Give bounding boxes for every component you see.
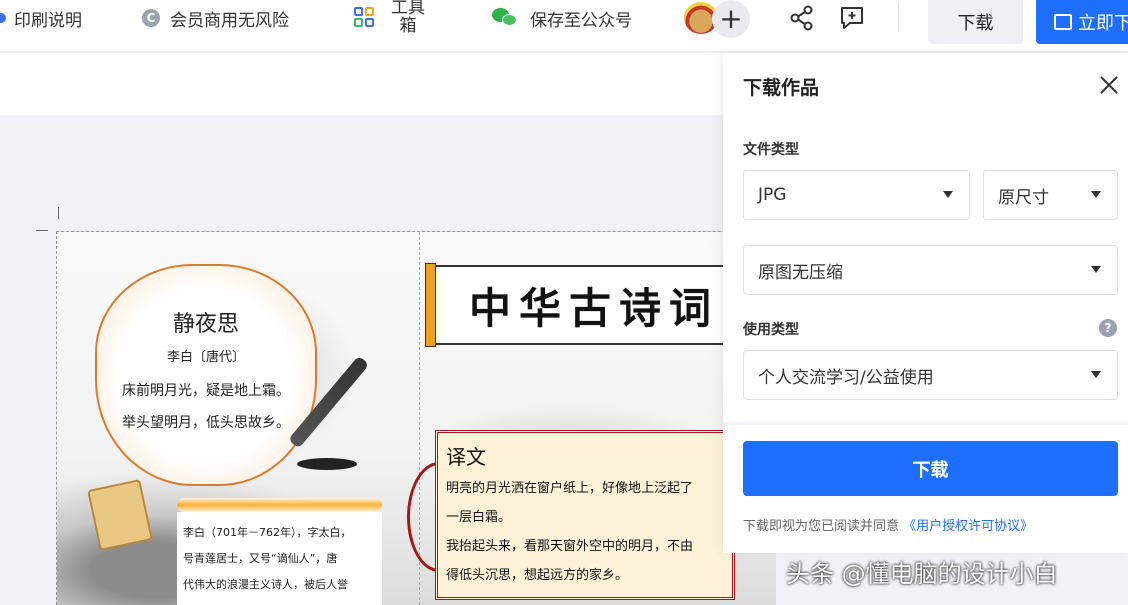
- usage-value: 个人交流学习/公益使用: [758, 367, 934, 388]
- commercial-label: 会员商用无风险: [170, 10, 289, 31]
- bio-text-box[interactable]: 李白（701年－762年），字太白， 号青莲居士，又号“谪仙人”，唐 代伟大的浪…: [177, 512, 382, 605]
- toolbar-divider: [898, 2, 899, 32]
- translation-box[interactable]: 译文 明亮的月光洒在窗户纸上，好像地上泛起了 一层白霜。 我抬起头来，看那天窗外…: [435, 430, 735, 600]
- usage-select[interactable]: 个人交流学习/公益使用: [743, 350, 1118, 400]
- translation-line: 得低头沉思，想起远方的家乡。: [446, 568, 629, 583]
- compression-select[interactable]: 原图无压缩: [743, 245, 1118, 295]
- toolbox-button[interactable]: 工具 箱: [354, 0, 428, 38]
- watermark: 头条 @懂电脑的设计小白: [786, 560, 1058, 588]
- translation-line: 一层白霜。: [446, 510, 512, 525]
- comment-add-icon[interactable]: [838, 4, 866, 32]
- panel-title: 下载作品: [743, 77, 820, 99]
- poem-author: 李白〔唐代〕: [166, 350, 245, 365]
- toolbox-label-line1: 工具: [391, 0, 425, 18]
- chevron-down-icon: [1091, 371, 1101, 378]
- close-icon[interactable]: [1097, 73, 1121, 97]
- file-format-value: JPG: [758, 185, 787, 205]
- agreement-prefix: 下载即视为您已阅读并同意: [743, 519, 900, 534]
- download-button-top[interactable]: 下载: [928, 0, 1023, 44]
- size-select[interactable]: 原尺寸: [983, 170, 1118, 220]
- file-type-label: 文件类型: [743, 142, 799, 158]
- translation-title: 译文: [446, 445, 486, 469]
- print-guide-link[interactable]: 印刷说明: [0, 0, 82, 36]
- bio-line: 号青莲居士，又号“谪仙人”，唐: [183, 552, 338, 565]
- print-now-label: 立即下: [1078, 13, 1128, 34]
- save-official-label: 保存至公众号: [530, 10, 632, 31]
- agreement-text: 下载即视为您已阅读并同意 《用户授权许可协议》: [743, 515, 1033, 534]
- copyright-icon: C: [142, 9, 160, 27]
- usage-type-label: 使用类型: [743, 322, 799, 338]
- translation-line: 明亮的月光洒在窗户纸上，好像地上泛起了: [446, 481, 694, 496]
- top-toolbar: 印刷说明 C 会员商用无风险 工具 箱 保存至公众号 + 下载 立即下: [0, 0, 1128, 52]
- poem-line: 举头望明月，低头思故乡。: [122, 415, 290, 431]
- info-icon: [0, 13, 6, 23]
- canvas-ruler-mark: [58, 207, 59, 219]
- help-icon[interactable]: ?: [1099, 319, 1117, 337]
- printer-icon: [1054, 14, 1072, 30]
- bio-line: 代伟大的浪漫主义诗人，被后人誉: [183, 578, 348, 591]
- poem-title: 静夜思: [172, 312, 239, 337]
- scroll-handle: [425, 263, 436, 347]
- bio-line: 李白（701年－762年），字太白，: [183, 526, 352, 539]
- commercial-link[interactable]: C 会员商用无风险: [142, 0, 289, 36]
- file-format-select[interactable]: JPG: [743, 170, 970, 220]
- plus-icon: +: [719, 2, 743, 35]
- poem-line: 床前明月光，疑是地上霜。: [122, 383, 290, 399]
- poem-frame[interactable]: 静夜思 李白〔唐代〕 床前明月光，疑是地上霜。 举头望明月，低头思故乡。: [95, 264, 317, 486]
- canvas-ruler-dash: [36, 230, 48, 231]
- save-to-official-account-button[interactable]: 保存至公众号: [492, 0, 632, 36]
- wechat-icon: [492, 8, 518, 28]
- share-icon[interactable]: [788, 4, 816, 32]
- license-agreement-link[interactable]: 《用户授权许可协议》: [903, 519, 1033, 534]
- print-now-button[interactable]: 立即下: [1036, 0, 1128, 44]
- download-button[interactable]: 下载: [743, 441, 1118, 496]
- ink-stroke-illustration: [297, 458, 357, 470]
- toolbox-label-line2: 箱: [399, 16, 417, 36]
- translation-line: 我抬起头来，看那天窗外空中的明月，不由: [446, 539, 694, 554]
- panel-divider: [723, 422, 1128, 425]
- compression-value: 原图无压缩: [758, 262, 843, 283]
- print-guide-label: 印刷说明: [14, 10, 82, 31]
- design-canvas[interactable]: 静夜思 李白〔唐代〕 床前明月光，疑是地上霜。 举头望明月，低头思故乡。 李白（…: [56, 231, 776, 605]
- bio-header-band: [177, 498, 382, 512]
- add-collaborator-button[interactable]: +: [712, 0, 750, 38]
- chevron-down-icon: [1091, 191, 1101, 198]
- download-panel: 下载作品 文件类型 JPG 原尺寸 原图无压缩 使用类型 ? 个人交流学习/公益…: [723, 53, 1128, 553]
- grid-apps-icon: [354, 7, 374, 27]
- poster-title: 中华古诗词: [469, 283, 720, 333]
- chevron-down-icon: [943, 191, 953, 198]
- size-value: 原尺寸: [998, 187, 1049, 208]
- chevron-down-icon: [1091, 266, 1101, 273]
